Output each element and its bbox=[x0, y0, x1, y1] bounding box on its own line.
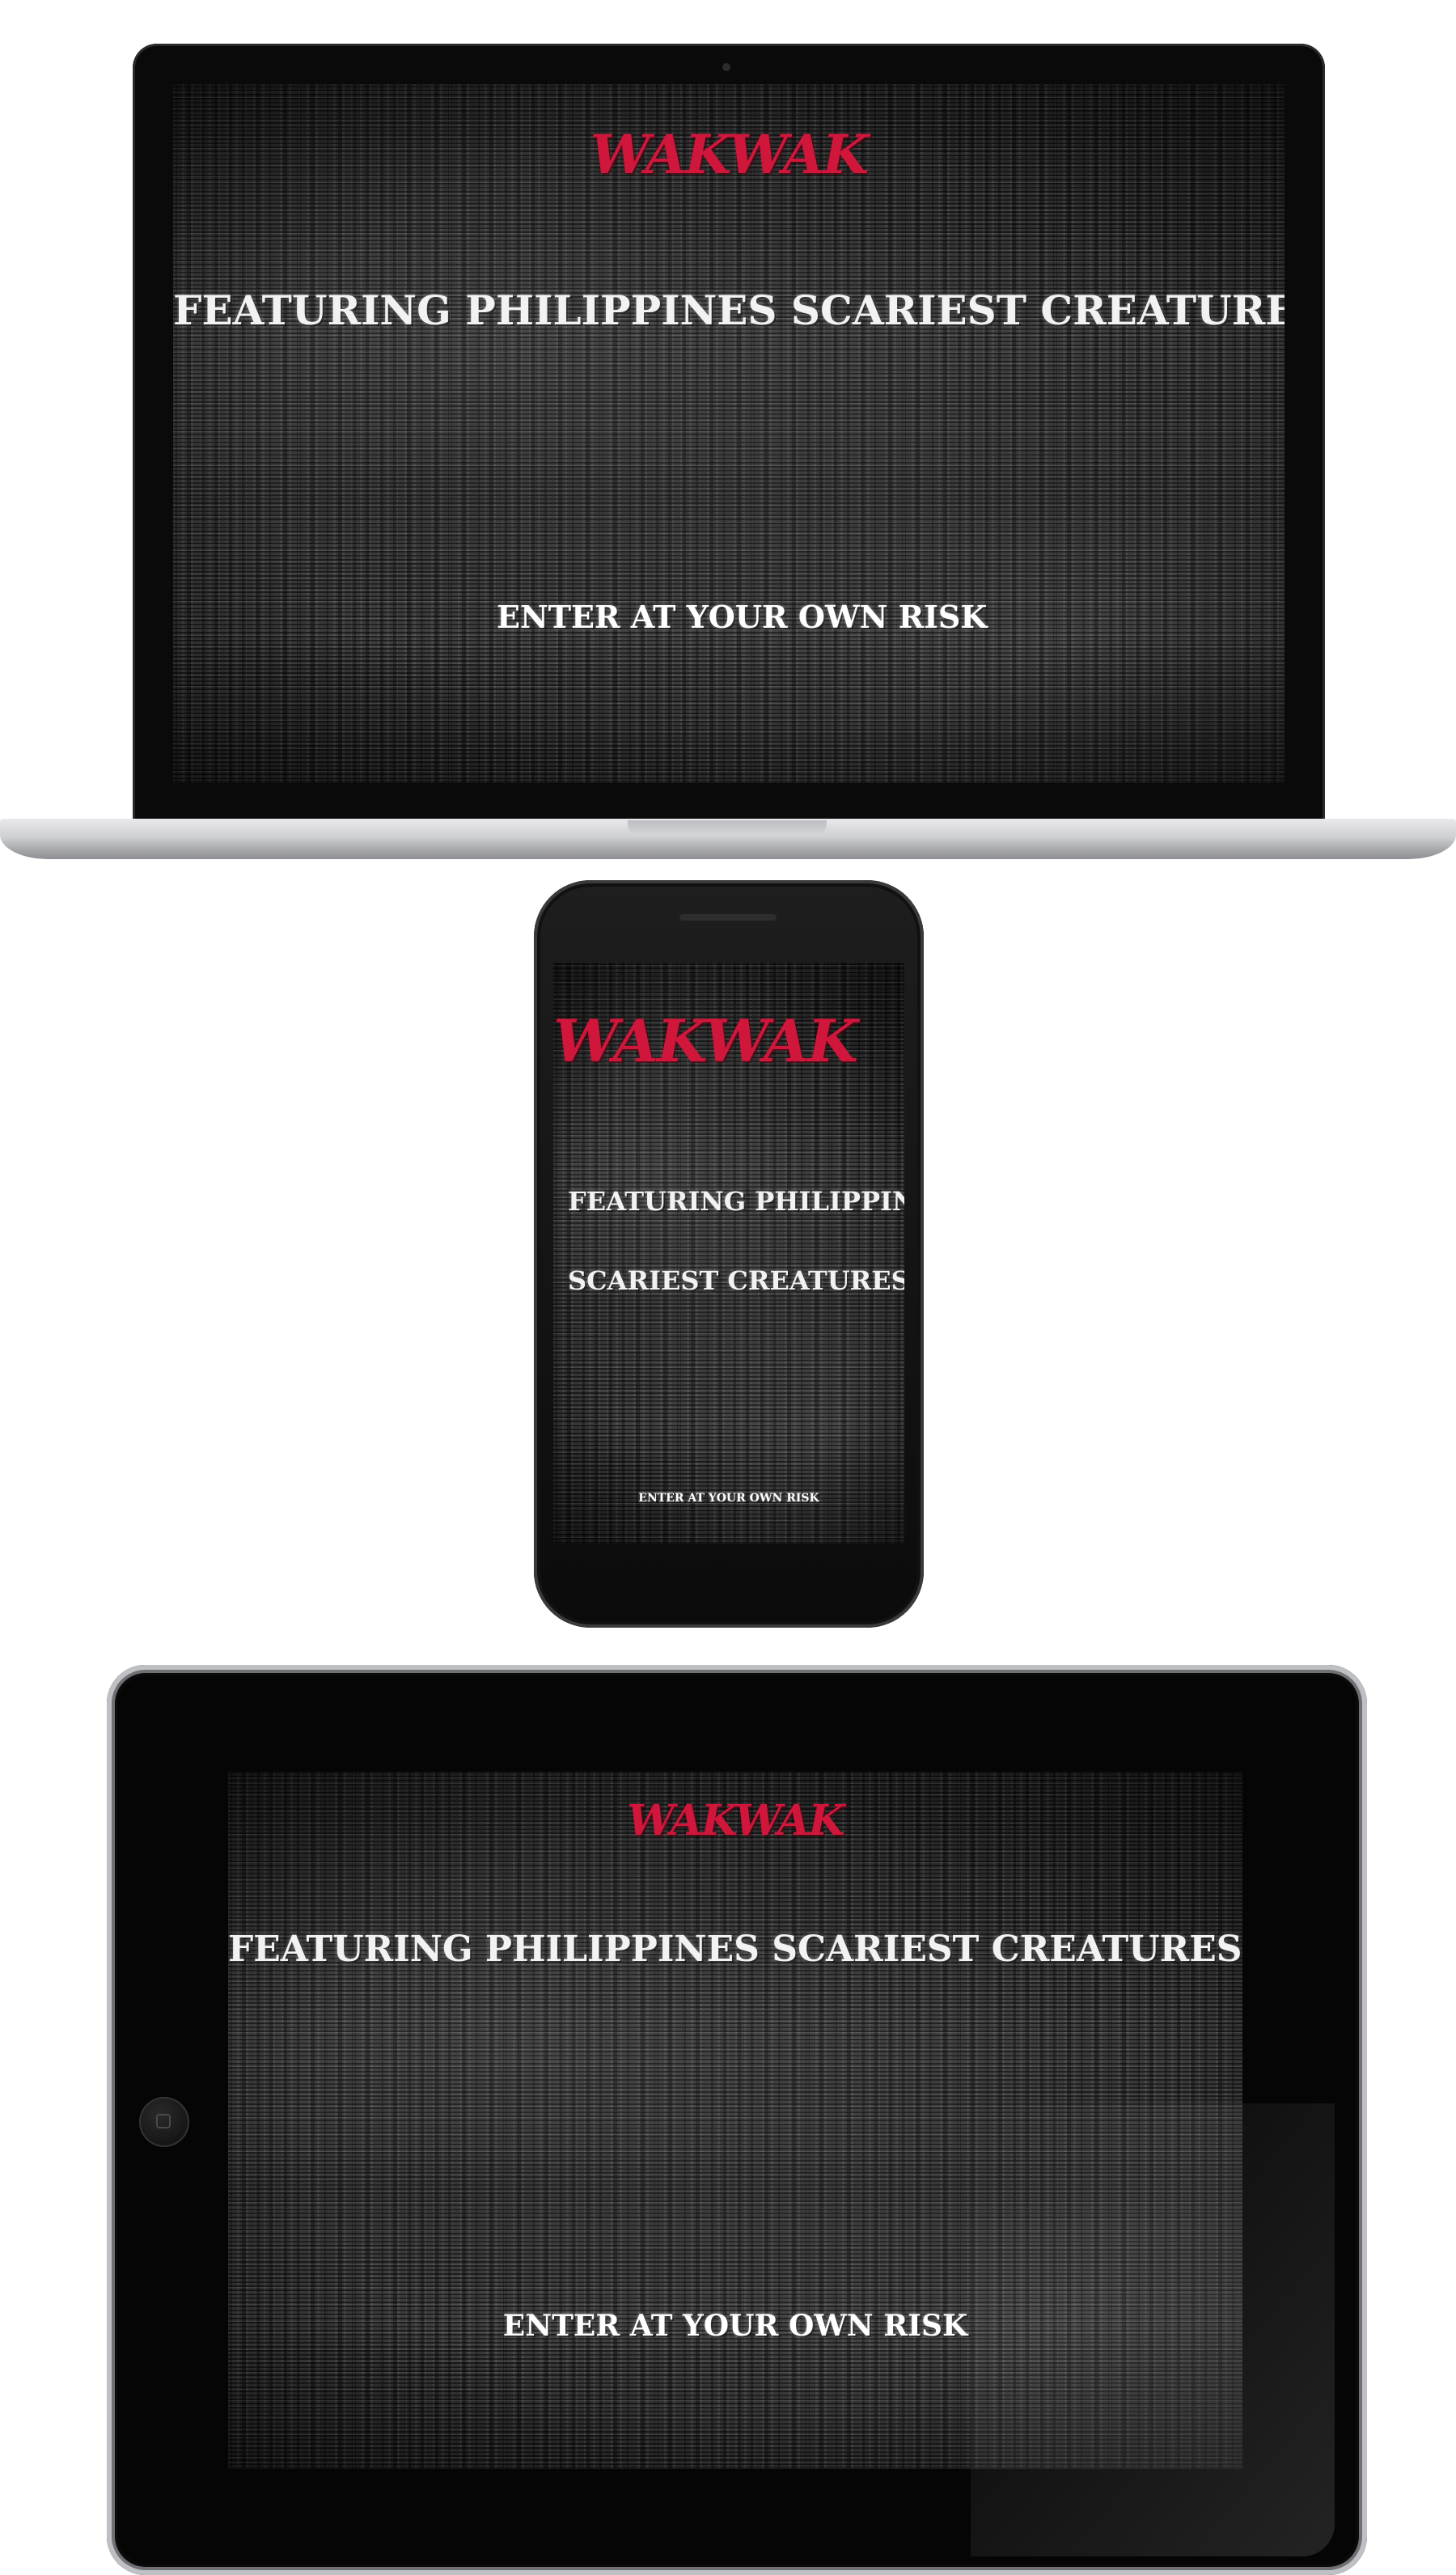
tablet-screen: WAKWAK FEATURING PHILIPPINES SCARIEST CR… bbox=[228, 1772, 1242, 2469]
laptop-screen: WAKWAK FEATURING PHILIPPINES SCARIEST CR… bbox=[173, 84, 1285, 783]
logo[interactable]: WAKWAK bbox=[173, 123, 1285, 186]
tagline: FEATURING PHILIPPINES SCARIEST CREATURES bbox=[173, 286, 1285, 334]
phone-screen: WAKWAK FEATURING PHILIPPINES SCARIEST CR… bbox=[553, 963, 904, 1544]
enter-button[interactable]: ENTER AT YOUR OWN RISK bbox=[228, 2309, 1242, 2343]
tagline-line-1: FEATURING PHILIPPINES bbox=[568, 1186, 904, 1217]
enter-button[interactable]: ENTER AT YOUR OWN RISK bbox=[497, 599, 987, 635]
laptop-notch bbox=[628, 820, 827, 836]
logo[interactable]: WAKWAK bbox=[553, 1006, 858, 1075]
speaker-icon bbox=[679, 914, 777, 921]
logo[interactable]: WAKWAK bbox=[228, 1796, 1242, 1845]
enter-button[interactable]: ENTER AT YOUR OWN RISK bbox=[553, 1492, 904, 1505]
tagline-line-2: SCARIEST CREATURES bbox=[568, 1265, 904, 1296]
tagline: FEATURING PHILIPPINES SCARIEST CREATURES bbox=[228, 1929, 1242, 1970]
home-icon bbox=[156, 2114, 171, 2128]
camera-icon bbox=[722, 63, 730, 71]
